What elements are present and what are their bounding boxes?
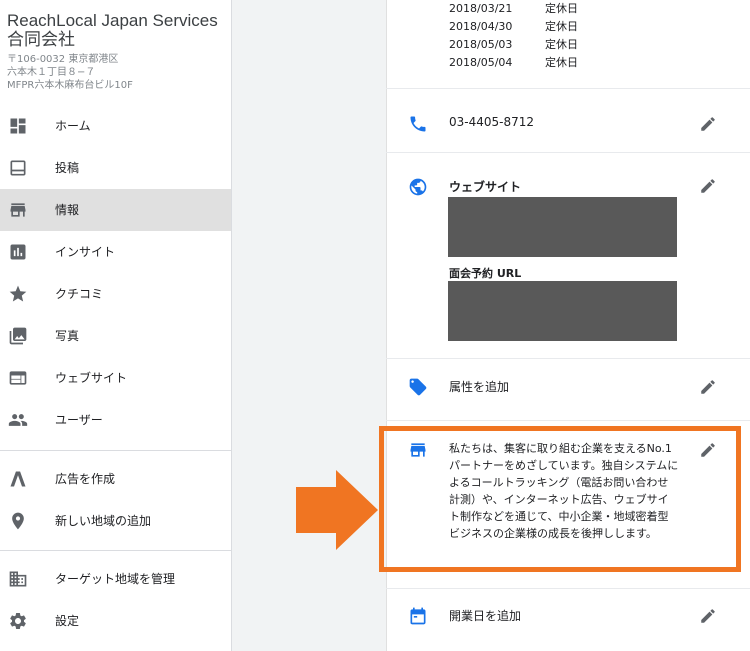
edit-phone-icon[interactable] xyxy=(699,115,717,133)
redacted-appointment-url xyxy=(448,281,677,341)
appointment-url-title: 面会予約 URL xyxy=(449,267,522,280)
sidebar-item-reviews[interactable]: クチコミ xyxy=(0,273,231,315)
sidebar-item-create-ad[interactable]: 広告を作成 xyxy=(0,458,231,500)
row-divider xyxy=(386,152,750,153)
phone-icon xyxy=(410,116,426,132)
sidebar-item-settings[interactable]: 設定 xyxy=(0,600,231,642)
special-hours-row: 2018/05/03 定休日 xyxy=(449,36,578,52)
gear-icon xyxy=(10,613,26,629)
sidebar-item-label: クチコミ xyxy=(55,287,104,301)
special-hours-row: 2018/03/21 定休日 xyxy=(449,0,578,16)
row-divider xyxy=(386,358,750,359)
calendar-icon xyxy=(410,607,426,625)
sidebar-item-label: インサイト xyxy=(55,245,116,259)
dashboard-icon xyxy=(10,118,26,134)
storefront-icon xyxy=(10,203,26,217)
website-icon xyxy=(9,371,27,385)
phone-number: 03-4405-8712 xyxy=(449,115,535,129)
edit-website-icon[interactable] xyxy=(699,177,717,195)
row-divider xyxy=(386,588,750,589)
sidebar-item-label: 広告を作成 xyxy=(55,472,116,486)
annotation-arrow-icon xyxy=(296,470,378,550)
sidebar-item-label: 写真 xyxy=(55,329,80,343)
sidebar: ReachLocal Japan Services 合同会社 〒106-0032… xyxy=(0,0,232,651)
special-hours-status: 定休日 xyxy=(545,56,578,69)
special-hours-date: 2018/04/30 xyxy=(449,20,513,33)
address-line: 〒106-0032 東京都港区 xyxy=(7,54,119,65)
redacted-website-url xyxy=(448,197,677,257)
globe-icon xyxy=(409,178,427,196)
special-hours-status: 定休日 xyxy=(545,20,578,33)
sidebar-item-posts[interactable]: 投稿 xyxy=(0,147,231,189)
address-line: 六本木１丁目８−７ xyxy=(7,67,96,78)
sidebar-item-users[interactable]: ユーザー xyxy=(0,399,231,441)
edit-opening-date-icon[interactable] xyxy=(699,607,717,625)
sidebar-item-label: 投稿 xyxy=(55,161,80,175)
sidebar-item-photos[interactable]: 写真 xyxy=(0,315,231,357)
business-name: ReachLocal Japan Services 合同会社 xyxy=(7,11,218,49)
location-pin-icon xyxy=(12,512,24,530)
ads-icon xyxy=(10,471,26,487)
row-divider xyxy=(386,420,750,421)
insights-icon xyxy=(10,244,26,260)
sidebar-item-label: ホーム xyxy=(55,119,91,133)
sidebar-item-label: ユーザー xyxy=(55,413,103,427)
description-highlight-box xyxy=(379,426,741,572)
sidebar-item-manage-locations[interactable]: ターゲット地域を管理 xyxy=(0,558,231,600)
sidebar-item-label: 設定 xyxy=(55,614,80,628)
sidebar-item-home[interactable]: ホーム xyxy=(0,105,231,147)
special-hours-status: 定休日 xyxy=(545,2,578,15)
post-icon xyxy=(10,160,26,176)
sidebar-item-info[interactable]: 情報 xyxy=(0,189,231,231)
building-icon xyxy=(9,571,27,587)
website-title: ウェブサイト xyxy=(449,180,522,194)
sidebar-item-label: 新しい地域の追加 xyxy=(55,514,152,528)
special-hours-row: 2018/04/30 定休日 xyxy=(449,18,578,34)
special-hours-date: 2018/05/03 xyxy=(449,38,513,51)
sidebar-item-label: ウェブサイト xyxy=(55,371,128,385)
special-hours-date: 2018/05/04 xyxy=(449,56,513,69)
sidebar-item-add-location[interactable]: 新しい地域の追加 xyxy=(0,500,231,542)
content-gutter xyxy=(232,0,386,651)
tag-icon xyxy=(409,378,427,396)
sidebar-divider xyxy=(0,550,231,551)
business-address: 〒106-0032 東京都港区 六本木１丁目８−７ MFPR六本木麻布台ビル10… xyxy=(7,53,229,92)
sidebar-item-label: 情報 xyxy=(55,203,80,217)
address-line: MFPR六本木麻布台ビル10F xyxy=(7,80,133,91)
star-icon xyxy=(9,285,27,302)
edit-attributes-icon[interactable] xyxy=(699,378,717,396)
sidebar-item-website[interactable]: ウェブサイト xyxy=(0,357,231,399)
special-hours-row: 2018/05/04 定休日 xyxy=(449,54,578,70)
special-hours-status: 定休日 xyxy=(545,38,578,51)
users-icon xyxy=(8,414,28,426)
add-attributes-label[interactable]: 属性を追加 xyxy=(449,378,509,395)
add-opening-date-label[interactable]: 開業日を追加 xyxy=(449,607,521,624)
sidebar-item-label: ターゲット地域を管理 xyxy=(55,572,176,586)
row-divider xyxy=(386,88,750,89)
sidebar-divider xyxy=(0,450,231,451)
special-hours-date: 2018/03/21 xyxy=(449,2,513,15)
sidebar-item-insights[interactable]: インサイト xyxy=(0,231,231,273)
photo-icon xyxy=(9,327,27,345)
